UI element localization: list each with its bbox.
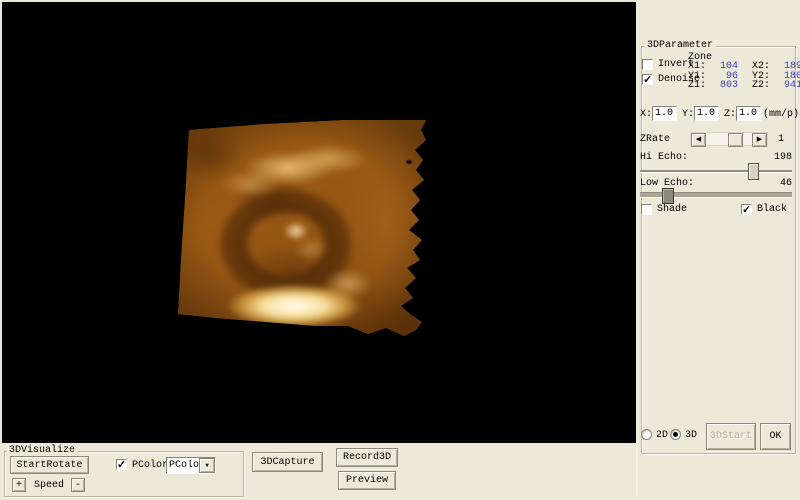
mode-2d-radio[interactable] — [641, 429, 652, 440]
hi-echo-value: 198 — [756, 152, 792, 163]
panel-divider — [636, 2, 638, 498]
ultrasound-feature-layer — [170, 108, 436, 348]
hi-echo-slider[interactable] — [640, 170, 792, 172]
scale-x-label: X: — [640, 109, 652, 120]
preview-button[interactable]: Preview — [338, 471, 396, 490]
black-label: Black — [757, 204, 787, 215]
zone-z1-value: 803 — [710, 81, 738, 91]
low-echo-value: 46 — [756, 178, 792, 189]
zone-z2-label: Z2: — [752, 81, 774, 91]
zrate-scrollbar-thumb[interactable] — [728, 133, 743, 147]
visualize-groupbox-label: 3DVisualize — [6, 445, 78, 456]
zone-grid: X1: 104 X2: 189 Y1: 96 Y2: 180 Z1: 803 Z… — [688, 62, 800, 91]
scale-unit-label: (mm/p) — [763, 109, 799, 120]
shade-label: Shade — [657, 204, 687, 215]
speed-plus-button[interactable]: + — [12, 478, 26, 492]
pcolor-dropdown-value: PColor — [167, 460, 199, 471]
scale-x-input[interactable] — [652, 106, 677, 121]
mode-3d-label: 3D — [685, 430, 697, 441]
ultrasound-volume-render — [176, 114, 430, 342]
scale-z-label: Z: — [724, 109, 736, 120]
scale-y-label: Y: — [682, 109, 694, 120]
pcolor-dropdown[interactable]: PColor ▼ — [166, 457, 216, 474]
start-rotate-button[interactable]: StartRotate — [10, 456, 89, 474]
speed-minus-button[interactable]: - — [71, 478, 85, 492]
shade-checkbox[interactable] — [641, 204, 652, 215]
render-viewport[interactable] — [2, 2, 636, 443]
black-checkbox[interactable] — [741, 204, 752, 215]
param-groupbox-label: 3DParameter — [644, 40, 716, 51]
speed-label: Speed — [34, 480, 64, 491]
capture3d-button[interactable]: 3DCapture — [252, 452, 323, 472]
record3d-button[interactable]: Record3D — [336, 448, 398, 467]
zrate-label: ZRate — [640, 134, 670, 145]
zrate-value: 1 — [778, 134, 784, 145]
ultrasound-dark-speck — [406, 160, 412, 164]
pcolor-label: PColor — [132, 460, 168, 471]
dropdown-arrow-icon[interactable]: ▼ — [199, 458, 215, 473]
low-echo-slider-thumb[interactable] — [662, 188, 674, 204]
scroll-left-icon[interactable]: ◀ — [691, 133, 706, 147]
pcolor-checkbox[interactable] — [116, 459, 127, 470]
scale-y-input[interactable] — [694, 106, 719, 121]
scroll-right-icon[interactable]: ▶ — [752, 133, 767, 147]
hi-echo-label: Hi Echo: — [640, 152, 688, 163]
zone-z1-label: Z1: — [688, 81, 710, 91]
denoise-checkbox[interactable] — [642, 74, 653, 85]
start3d-button[interactable]: 3DStart — [706, 423, 756, 450]
mode-2d-label: 2D — [656, 430, 668, 441]
app-window: 3DParameter Invert Denoise Zone X1: 104 … — [0, 0, 800, 500]
invert-checkbox[interactable] — [642, 59, 653, 70]
scale-z-input[interactable] — [736, 106, 761, 121]
zrate-scrollbar[interactable]: ◀ ▶ — [690, 132, 768, 146]
ok-button[interactable]: OK — [760, 423, 791, 450]
zone-z2-value: 941 — [774, 81, 800, 91]
mode-3d-radio[interactable] — [670, 429, 681, 440]
